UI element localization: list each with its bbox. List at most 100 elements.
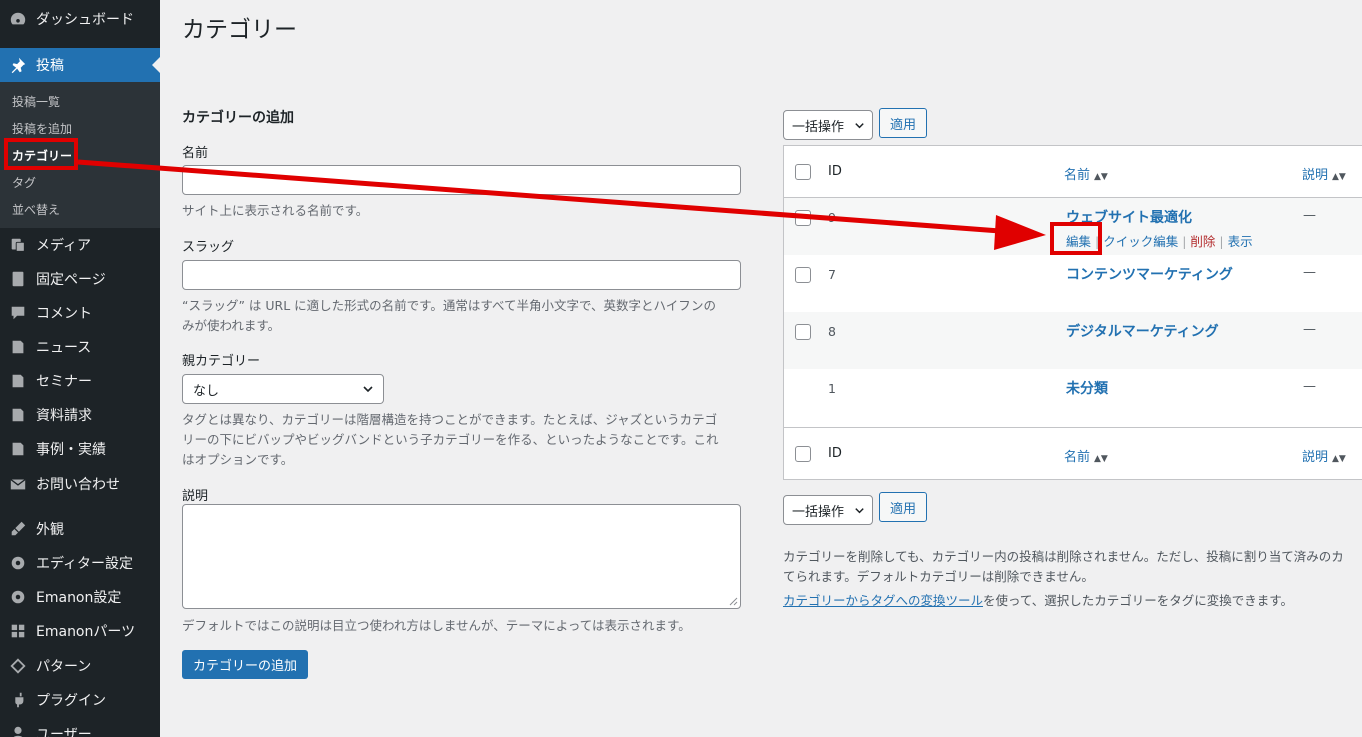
post-icon <box>0 372 36 390</box>
delete-note-line: カテゴリーを削除しても、カテゴリー内の投稿は削除されません。ただし、投稿に割り当… <box>783 549 1344 564</box>
menu-document-request[interactable]: 資料請求 <box>0 398 160 432</box>
menu-news[interactable]: ニュース <box>0 330 160 364</box>
select-all-checkbox[interactable] <box>795 446 811 462</box>
menu-seminar[interactable]: セミナー <box>0 364 160 398</box>
add-category-button[interactable]: カテゴリーの追加 <box>182 650 308 679</box>
view-link[interactable]: 表示 <box>1228 234 1253 249</box>
menu-contact[interactable]: お問い合わせ <box>0 467 160 501</box>
slug-input[interactable] <box>182 260 741 290</box>
parent-help-line: リーの下にビバップやビッグバンドという子カテゴリーを作る、といったようなことです… <box>182 432 719 447</box>
row-name-link[interactable]: コンテンツマーケティング <box>1066 264 1233 284</box>
delete-note-line: てられます。デフォルトカテゴリーは削除できません。 <box>783 569 1094 584</box>
apply-button-top[interactable]: 適用 <box>879 108 927 138</box>
diamond-icon <box>0 657 36 675</box>
parent-select-value: なし <box>193 383 220 399</box>
row-id: 7 <box>828 267 836 282</box>
name-input[interactable] <box>182 165 741 195</box>
column-description[interactable]: 説明 ▲▼ <box>1302 164 1346 183</box>
delete-link[interactable]: 削除 <box>1190 234 1215 249</box>
page-icon <box>0 270 36 288</box>
converter-link[interactable]: カテゴリーからタグへの変換ツール <box>783 593 983 608</box>
row-checkbox[interactable] <box>795 324 811 340</box>
bulk-action-select-top[interactable]: 一括操作 <box>783 110 873 140</box>
menu-patterns[interactable]: パターン <box>0 649 160 683</box>
description-label: 説明 <box>182 489 209 504</box>
dashboard-icon <box>0 10 36 28</box>
column-name-label: 名前 <box>1064 168 1091 183</box>
description-help: デフォルトではこの説明は目立つ使われ方はしませんが、テーマによっては表示されます… <box>182 618 691 633</box>
menu-users[interactable]: ユーザー <box>0 717 160 737</box>
table-row: 1 未分類 — <box>784 369 1362 426</box>
row-description: — <box>1303 379 1316 394</box>
menu-emanon-parts[interactable]: Emanonパーツ <box>0 614 160 648</box>
highlight-box-edit <box>1050 222 1102 255</box>
description-textarea[interactable] <box>182 504 741 609</box>
submenu-all-posts[interactable]: 投稿一覧 <box>12 93 60 110</box>
post-icon <box>0 406 36 424</box>
column-name[interactable]: 名前 ▲▼ <box>1064 164 1108 183</box>
parent-select[interactable]: なし <box>182 374 384 404</box>
mail-icon <box>0 475 36 493</box>
menu-posts[interactable]: 投稿 <box>0 48 160 82</box>
menu-pages[interactable]: 固定ページ <box>0 262 160 296</box>
menu-dashboard[interactable]: ダッシュボード <box>0 2 160 36</box>
menu-appearance[interactable]: 外観 <box>0 512 160 546</box>
submenu-tags[interactable]: タグ <box>12 174 36 191</box>
row-name-link[interactable]: デジタルマーケティング <box>1066 321 1219 341</box>
row-checkbox[interactable] <box>795 267 811 283</box>
grid-icon <box>0 622 36 640</box>
menu-label: 投稿 <box>36 58 64 74</box>
menu-label: 外観 <box>36 522 64 538</box>
user-icon <box>0 725 36 737</box>
bulk-action-value: 一括操作 <box>792 119 845 135</box>
add-category-heading: カテゴリーの追加 <box>182 110 294 126</box>
table-header: ID 名前 ▲▼ 説明 ▲▼ <box>784 146 1362 198</box>
menu-emanon-settings[interactable]: Emanon設定 <box>0 580 160 614</box>
row-description: — <box>1303 322 1316 337</box>
submenu-add-post[interactable]: 投稿を追加 <box>12 120 72 137</box>
separator: | <box>1219 234 1224 249</box>
menu-comments[interactable]: コメント <box>0 296 160 330</box>
quick-edit-link[interactable]: クイック編集 <box>1103 234 1178 249</box>
row-checkbox[interactable] <box>795 210 811 226</box>
chevron-down-icon <box>855 508 864 514</box>
menu-label: ニュース <box>36 340 92 356</box>
menu-editor-settings[interactable]: エディター設定 <box>0 546 160 580</box>
menu-label: メディア <box>36 238 92 254</box>
sort-icon: ▲▼ <box>1094 454 1108 464</box>
column-description[interactable]: 説明 ▲▼ <box>1302 446 1346 465</box>
table-footer: ID 名前 ▲▼ 説明 ▲▼ <box>784 427 1362 479</box>
bulk-action-select-bottom[interactable]: 一括操作 <box>783 495 873 525</box>
menu-media[interactable]: メディア <box>0 228 160 262</box>
menu-case-studies[interactable]: 事例・実績 <box>0 432 160 466</box>
comment-icon <box>0 304 36 322</box>
submenu-reorder[interactable]: 並べ替え <box>12 201 60 218</box>
row-description: — <box>1303 265 1316 280</box>
resize-handle-icon[interactable] <box>729 597 738 606</box>
slug-help-line: みが使われます。 <box>182 318 281 333</box>
table-row: 7 コンテンツマーケティング — <box>784 255 1362 312</box>
converter-note: カテゴリーからタグへの変換ツールを使って、選択したカテゴリーをタグに変換できます… <box>783 591 1293 611</box>
row-name-link[interactable]: 未分類 <box>1066 378 1108 398</box>
sort-icon: ▲▼ <box>1094 172 1108 182</box>
page-title: カテゴリー <box>182 17 297 43</box>
separator: | <box>1182 234 1187 249</box>
menu-label: ユーザー <box>36 727 92 737</box>
row-id: 1 <box>828 381 836 396</box>
sort-icon: ▲▼ <box>1332 172 1346 182</box>
menu-plugins[interactable]: プラグイン <box>0 683 160 717</box>
slug-label: スラッグ <box>182 240 235 255</box>
parent-help-line: はオプションです。 <box>182 452 294 467</box>
column-name[interactable]: 名前 ▲▼ <box>1064 446 1108 465</box>
menu-label: 事例・実績 <box>36 442 106 458</box>
parent-help: タグとは異なり、カテゴリーは階層構造を持つことができます。たとえば、ジャズという… <box>182 410 742 470</box>
parent-label: 親カテゴリー <box>182 354 261 369</box>
column-id: ID <box>828 446 842 461</box>
apply-button-bottom[interactable]: 適用 <box>879 492 927 522</box>
slug-help-line: “スラッグ” は URL に適した形式の名前です。通常はすべて半角小文字で、英数… <box>182 298 717 313</box>
select-all-checkbox[interactable] <box>795 164 811 180</box>
row-id: 8 <box>828 324 836 339</box>
plug-icon <box>0 691 36 709</box>
table-row: 8 デジタルマーケティング — <box>784 312 1362 369</box>
column-name-label: 名前 <box>1064 450 1091 465</box>
